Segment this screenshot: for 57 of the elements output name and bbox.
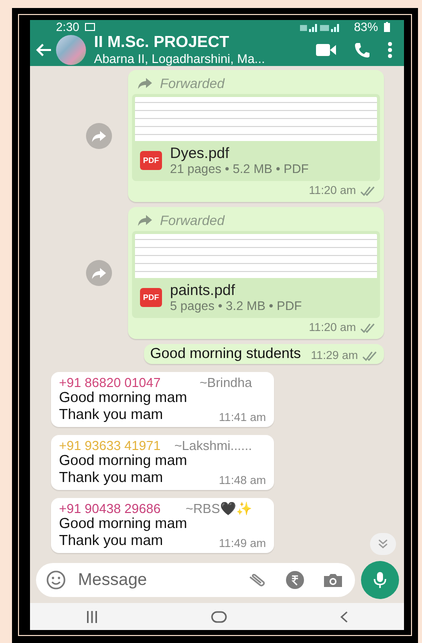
clock-time: 2:30 (56, 20, 80, 34)
message-time: 11:49 am (218, 538, 266, 550)
document-message-bubble[interactable]: Forwarded PDF Dyes.pdf 21 pages • 5.2 MB • PDF 11:20 am (128, 70, 384, 202)
sender-name: ~Brindha (200, 375, 252, 390)
message-time: 11:29 am (310, 350, 358, 362)
rupee-icon[interactable] (285, 570, 305, 590)
share-button[interactable] (86, 260, 112, 286)
message-time: 11:41 am (218, 412, 266, 424)
file-details: 5 pages • 3.2 MB • PDF (170, 299, 302, 313)
sender-name: ~RBS🖤✨ (186, 501, 252, 516)
message-text: Good morning students (150, 346, 301, 362)
share-arrow-icon (92, 268, 106, 278)
file-details: 21 pages • 5.2 MB • PDF (170, 162, 309, 176)
sender-number[interactable]: +91 90438 29686 (59, 501, 161, 516)
forwarded-label: Forwarded (160, 213, 225, 228)
emoji-icon[interactable] (46, 570, 66, 590)
group-name[interactable]: II M.Sc. PROJECT (94, 34, 298, 52)
back-arrow-icon[interactable] (36, 43, 52, 57)
message-time: 11:20 am (308, 185, 356, 197)
video-call-icon[interactable] (316, 44, 336, 56)
message-time: 11:48 am (218, 475, 266, 487)
back-icon[interactable] (340, 610, 348, 622)
group-avatar[interactable] (56, 35, 86, 65)
voice-record-button[interactable] (361, 561, 399, 599)
message-text: Good morning mam (59, 453, 188, 470)
file-name: Dyes.pdf (170, 145, 230, 162)
phone-call-icon[interactable] (354, 42, 370, 58)
home-icon[interactable] (210, 610, 227, 622)
message-input-field[interactable]: Message (76, 569, 237, 591)
paperclip-icon[interactable] (247, 572, 267, 588)
message-input-box[interactable]: Message (36, 563, 355, 597)
message-text: Thank you mam (59, 470, 164, 487)
pdf-file-icon: PDF (140, 288, 162, 307)
microphone-icon (373, 571, 387, 589)
message-text: Thank you mam (59, 533, 164, 550)
battery-level: 83% (354, 20, 378, 34)
share-button[interactable] (86, 123, 112, 149)
pdf-file-icon: PDF (140, 151, 162, 170)
recent-apps-icon[interactable] (86, 610, 98, 622)
sender-name: ~Lakshmi...... (174, 438, 252, 453)
message-text: Good morning mam (59, 390, 188, 407)
forwarded-icon (138, 215, 152, 226)
sender-number[interactable]: +91 86820 01047 (59, 375, 161, 390)
group-members: Abarna II, Logadharshini, Ma... (94, 52, 266, 66)
forwarded-label: Forwarded (160, 76, 225, 91)
more-options-icon[interactable] (388, 42, 392, 58)
battery-icon (384, 22, 390, 32)
double-chevron-down-icon (378, 539, 388, 549)
document-message-bubble[interactable]: Forwarded PDF paints.pdf 5 pages • 3.2 MB • PDF 11:20 am (128, 207, 384, 339)
camera-icon[interactable] (323, 572, 343, 588)
file-name: paints.pdf (170, 282, 236, 299)
scroll-down-button[interactable] (370, 533, 396, 555)
message-text: Thank you mam (59, 407, 164, 424)
message-time: 11:20 am (308, 322, 356, 334)
message-text: Good morning mam (59, 516, 188, 533)
share-arrow-icon (92, 130, 106, 142)
forwarded-icon (138, 78, 152, 89)
